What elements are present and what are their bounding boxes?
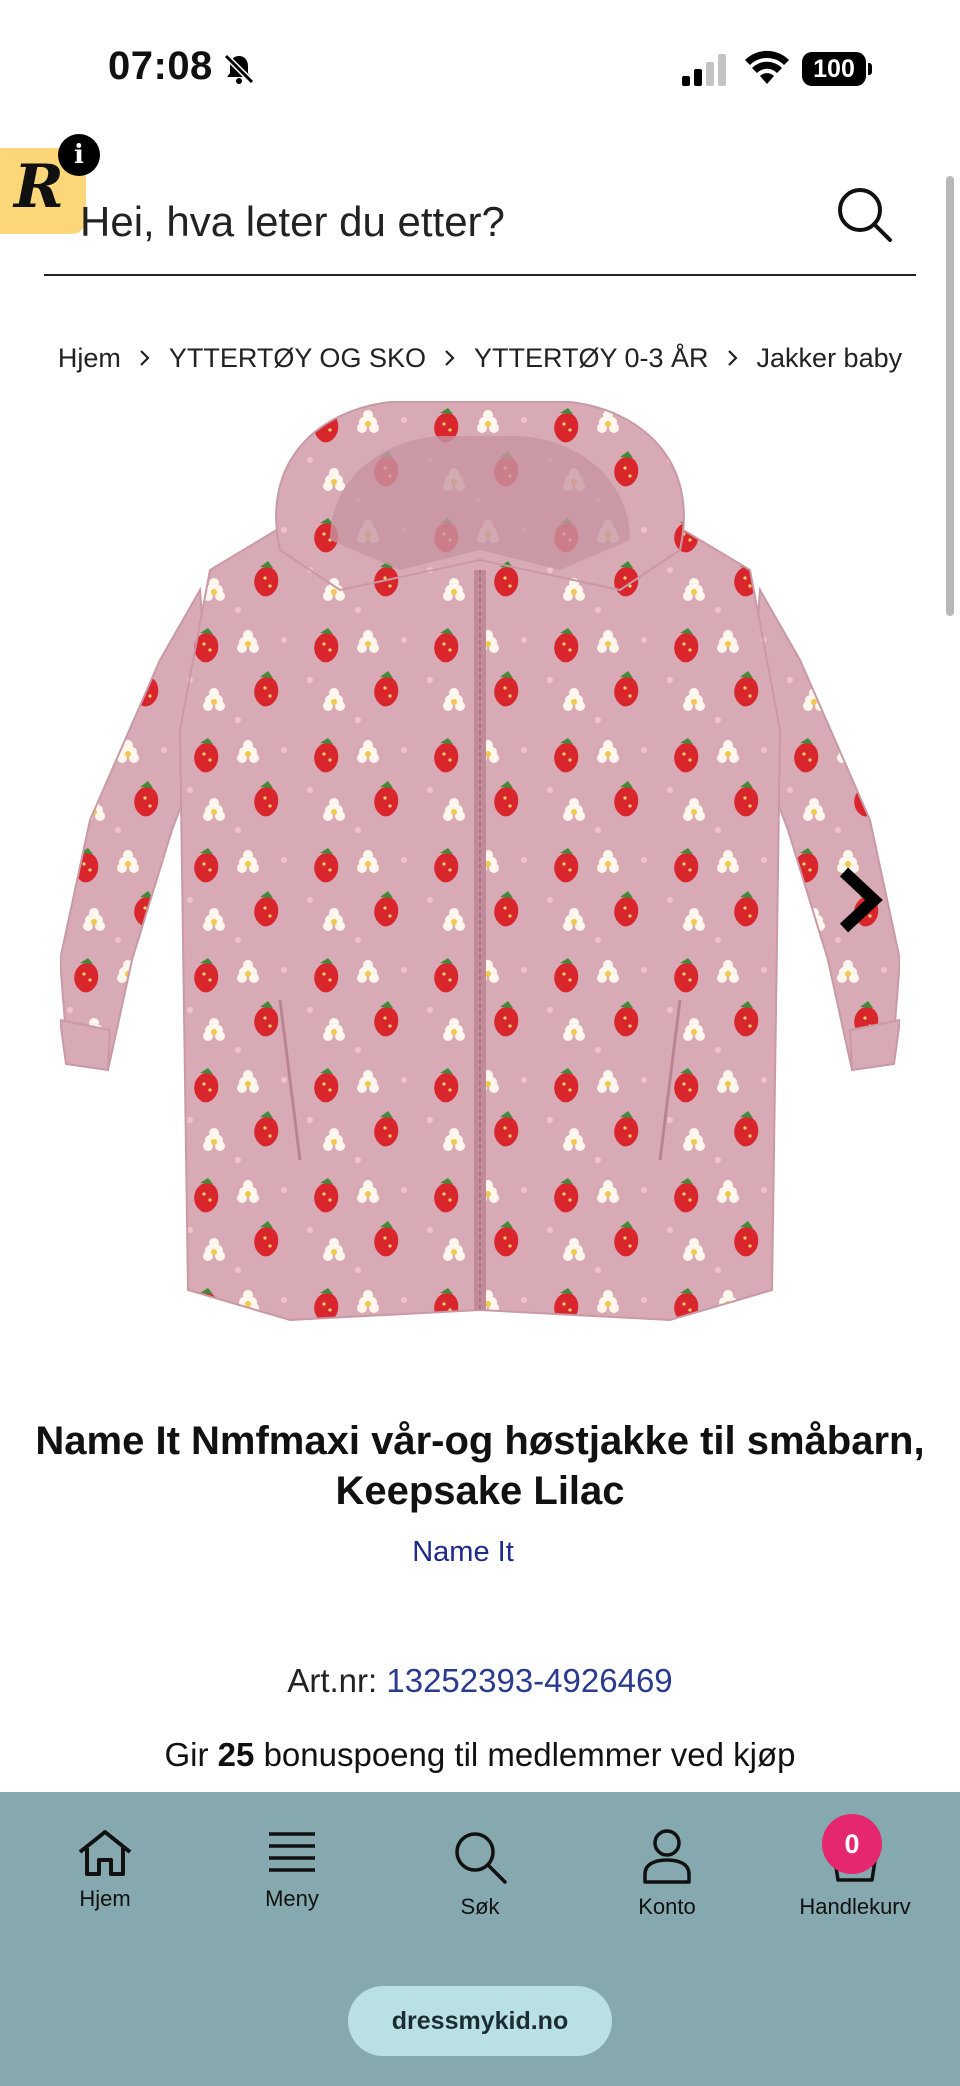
user-icon	[643, 1829, 691, 1884]
battery-tip	[868, 63, 872, 75]
nav-search[interactable]: Søk	[400, 1828, 560, 1948]
breadcrumb-outerwear[interactable]: YTTERTØY OG SKO	[169, 343, 426, 374]
product-title-line1: Name It Nmfmaxi vår-og høstjakke til små…	[35, 1419, 925, 1463]
status-time: 07:08	[108, 44, 213, 88]
nav-account[interactable]: Konto	[587, 1828, 747, 1948]
article-number-label: Art.nr:	[287, 1662, 378, 1699]
breadcrumb-outerwear-0-3[interactable]: YTTERTØY 0-3 ÅR	[474, 343, 709, 374]
product-image[interactable]	[60, 400, 900, 1340]
search-icon	[455, 1832, 507, 1884]
nav-menu[interactable]: Meny	[212, 1828, 372, 1948]
article-number: Art.nr: 13252393-4926469	[0, 1662, 960, 1700]
battery-level: 100	[802, 52, 866, 86]
chevron-right-icon	[709, 346, 757, 370]
search-input[interactable]	[80, 192, 840, 252]
cellular-signal-icon	[682, 54, 726, 86]
scrollbar[interactable]	[946, 176, 954, 616]
bonus-points-text: Gir 25 bonuspoeng til medlemmer ved kjøp	[0, 1736, 960, 1774]
breadcrumb-baby-jackets[interactable]: Jakker baby	[757, 343, 903, 374]
info-icon[interactable]: i	[58, 134, 100, 176]
breadcrumb: Hjem YTTERTØY OG SKO YTTERTØY 0-3 ÅR Jak…	[0, 338, 960, 378]
url-bar[interactable]: dressmykid.no	[348, 1986, 612, 2056]
nav-home-label: Hjem	[79, 1886, 131, 1911]
bonus-prefix: Gir	[164, 1736, 209, 1773]
search-bar	[44, 180, 916, 276]
brand-link[interactable]: Name It	[0, 1536, 926, 1569]
nav-account-label: Konto	[638, 1894, 696, 1919]
chevron-right-icon	[121, 346, 169, 370]
nav-cart-label: Handlekurv	[799, 1894, 911, 1919]
nav-home[interactable]: Hjem	[25, 1828, 185, 1948]
breadcrumb-home[interactable]: Hjem	[58, 343, 121, 374]
product-title: Name It Nmfmaxi vår-og høstjakke til små…	[30, 1416, 930, 1516]
battery-indicator: 100	[802, 52, 872, 86]
bonus-suffix: bonuspoeng til medlemmer ved kjøp	[263, 1736, 796, 1773]
article-number-value: 13252393-4926469	[386, 1662, 673, 1699]
nav-search-label: Søk	[460, 1894, 500, 1919]
chevron-right-icon	[426, 346, 474, 370]
bonus-points: 25	[217, 1736, 255, 1773]
chevron-right-icon[interactable]	[832, 862, 888, 938]
search-icon[interactable]	[834, 184, 896, 246]
bell-muted-icon	[223, 53, 255, 85]
nav-menu-label: Meny	[265, 1886, 319, 1911]
status-bar: 07:08 100	[0, 0, 960, 130]
cart-count-badge: 0	[822, 1814, 882, 1874]
home-icon	[78, 1830, 132, 1876]
menu-icon	[269, 1832, 315, 1872]
product-title-line2: Keepsake Lilac	[335, 1469, 625, 1513]
wifi-icon	[745, 50, 789, 84]
